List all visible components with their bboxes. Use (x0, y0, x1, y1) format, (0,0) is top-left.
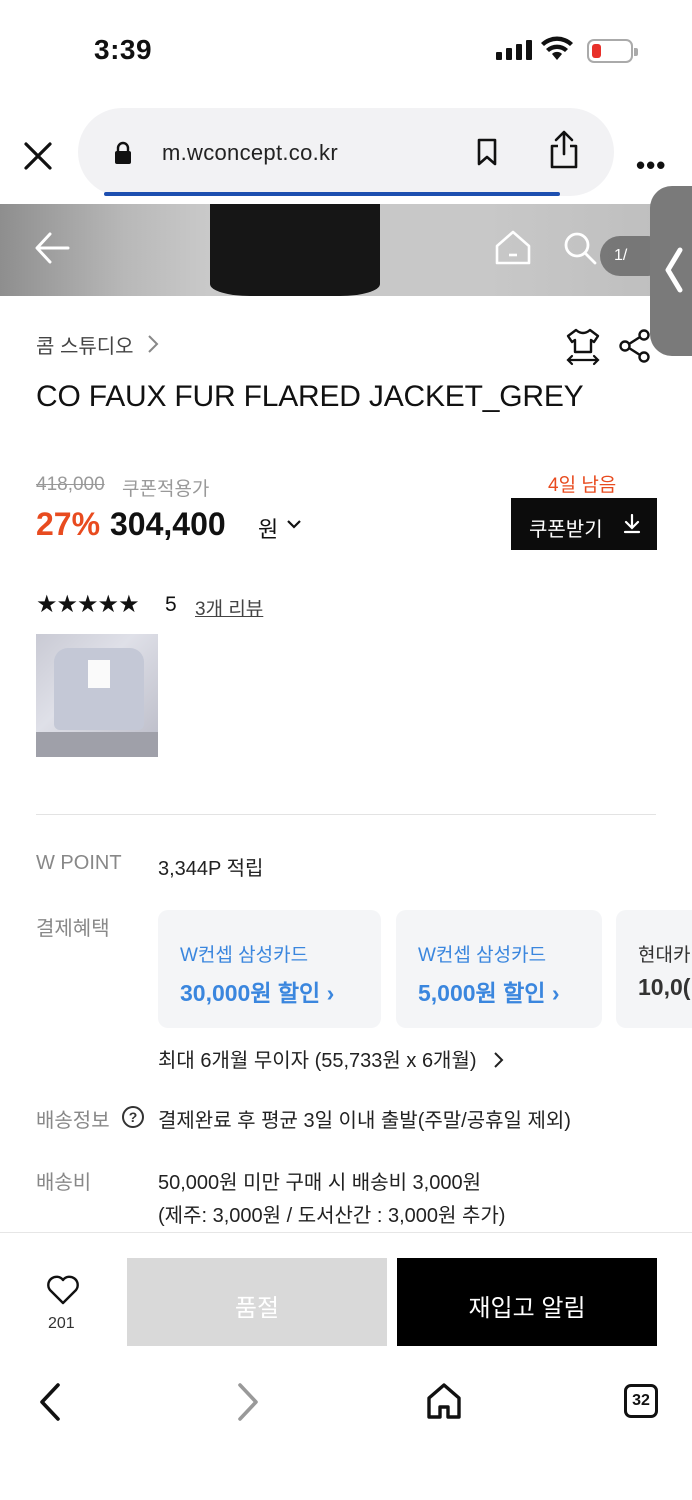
rating-score: 5 (165, 593, 177, 616)
close-icon[interactable] (22, 140, 54, 172)
shipping-fee-line1: 50,000원 미만 구매 시 배송비 3,000원 (158, 1172, 482, 1194)
coupon-button-label: 쿠폰받기 (529, 519, 603, 541)
shipping-fee-label: 배송비 (36, 1172, 92, 1194)
search-icon[interactable] (562, 230, 598, 266)
download-icon (623, 514, 641, 534)
card-name: W컨셉 삼성카드 (180, 945, 309, 966)
shipping-info-value: 결제완료 후 평균 3일 이내 출발(주말/공휴일 제외) (158, 1110, 571, 1132)
restock-alert-button[interactable]: 재입고 알림 (397, 1258, 657, 1346)
card-discount: 10,0( (638, 974, 691, 1000)
wpoint-label: W POINT (36, 852, 122, 874)
chevron-left-icon (665, 247, 683, 293)
more-options-icon[interactable]: ••• (636, 150, 666, 181)
browser-toolbar: m.wconcept.co.kr ••• (0, 100, 692, 204)
shipping-fee-line2: (제주: 3,000원 / 도서산간 : 3,000원 추가) (158, 1205, 506, 1227)
back-arrow-icon[interactable] (34, 228, 70, 268)
card-benefit-2[interactable]: W컨셉 삼성카드 5,000원 할인 › (396, 910, 602, 1028)
status-bar: 3:39 (0, 0, 692, 100)
product-hero-image[interactable]: 1/ (0, 204, 692, 296)
bookmark-icon[interactable] (476, 138, 498, 166)
home-icon[interactable] (426, 1382, 462, 1420)
coupon-price-label: 쿠폰적용가 (122, 479, 210, 500)
purchase-action-bar: 201 품절 재입고 알림 (0, 1232, 692, 1362)
currency-unit: 원 (258, 517, 279, 542)
brand-link[interactable]: 콤 스튜디오 (36, 330, 134, 359)
status-time: 3:39 (94, 34, 153, 65)
rating-stars: ★★★★★ (36, 591, 140, 618)
card-name: 현대카 (638, 945, 691, 966)
review-count-link[interactable]: 3개 리뷰 (195, 594, 263, 621)
card-discount: 30,000원 할인 › (180, 980, 335, 1006)
forward-icon[interactable] (234, 1382, 262, 1422)
coupon-days-left: 4일 남음 (548, 475, 617, 496)
wifi-icon (541, 36, 573, 60)
chevron-right-icon (148, 335, 159, 353)
home-icon[interactable] (494, 228, 532, 266)
card-discount: 5,000원 할인 › (418, 980, 560, 1006)
page-load-progress (104, 192, 560, 196)
installment-text: 최대 6개월 무이자 (55,733원 x 6개월) (158, 1050, 477, 1072)
original-price: 418,000 (36, 474, 105, 495)
garment-image-part (210, 204, 380, 296)
share-icon[interactable] (548, 130, 580, 170)
shipping-info-label: 배송정보 (36, 1110, 110, 1132)
chevron-down-icon[interactable] (286, 518, 302, 530)
card-name: W컨셉 삼성카드 (418, 945, 547, 966)
tabs-count-button[interactable]: 32 (624, 1384, 658, 1418)
product-title: CO FAUX FUR FLARED JACKET_GREY (36, 380, 584, 413)
cellular-signal-icon (496, 40, 532, 60)
card-benefit-3[interactable]: 현대카 10,0( (616, 910, 692, 1028)
share-nodes-icon[interactable] (618, 328, 652, 364)
help-icon[interactable]: ? (122, 1106, 144, 1128)
sale-price: 304,400 (110, 506, 226, 542)
soldout-button[interactable]: 품절 (127, 1258, 387, 1346)
size-fit-icon[interactable] (564, 326, 602, 366)
payment-benefit-label: 결제혜택 (36, 918, 110, 940)
side-panel-handle[interactable] (650, 186, 692, 356)
discount-rate: 27% (36, 506, 101, 542)
battery-icon (587, 39, 638, 63)
url-text: m.wconcept.co.kr (162, 140, 338, 165)
card-benefit-1[interactable]: W컨셉 삼성카드 30,000원 할인 › (158, 910, 381, 1028)
review-photo-thumbnail[interactable] (36, 634, 158, 757)
address-bar[interactable]: m.wconcept.co.kr (78, 108, 614, 196)
chevron-right-icon (494, 1052, 504, 1068)
lock-icon (115, 141, 131, 164)
coupon-download-button[interactable]: 쿠폰받기 (511, 498, 657, 550)
like-count: 201 (48, 1315, 75, 1332)
installment-info[interactable]: 최대 6개월 무이자 (55,733원 x 6개월) (158, 1044, 506, 1073)
browser-bottom-nav: 32 (0, 1362, 692, 1500)
back-icon[interactable] (36, 1382, 64, 1422)
section-divider (36, 814, 656, 815)
wpoint-value: 3,344P 적립 (158, 858, 264, 880)
heart-icon[interactable] (46, 1275, 80, 1305)
